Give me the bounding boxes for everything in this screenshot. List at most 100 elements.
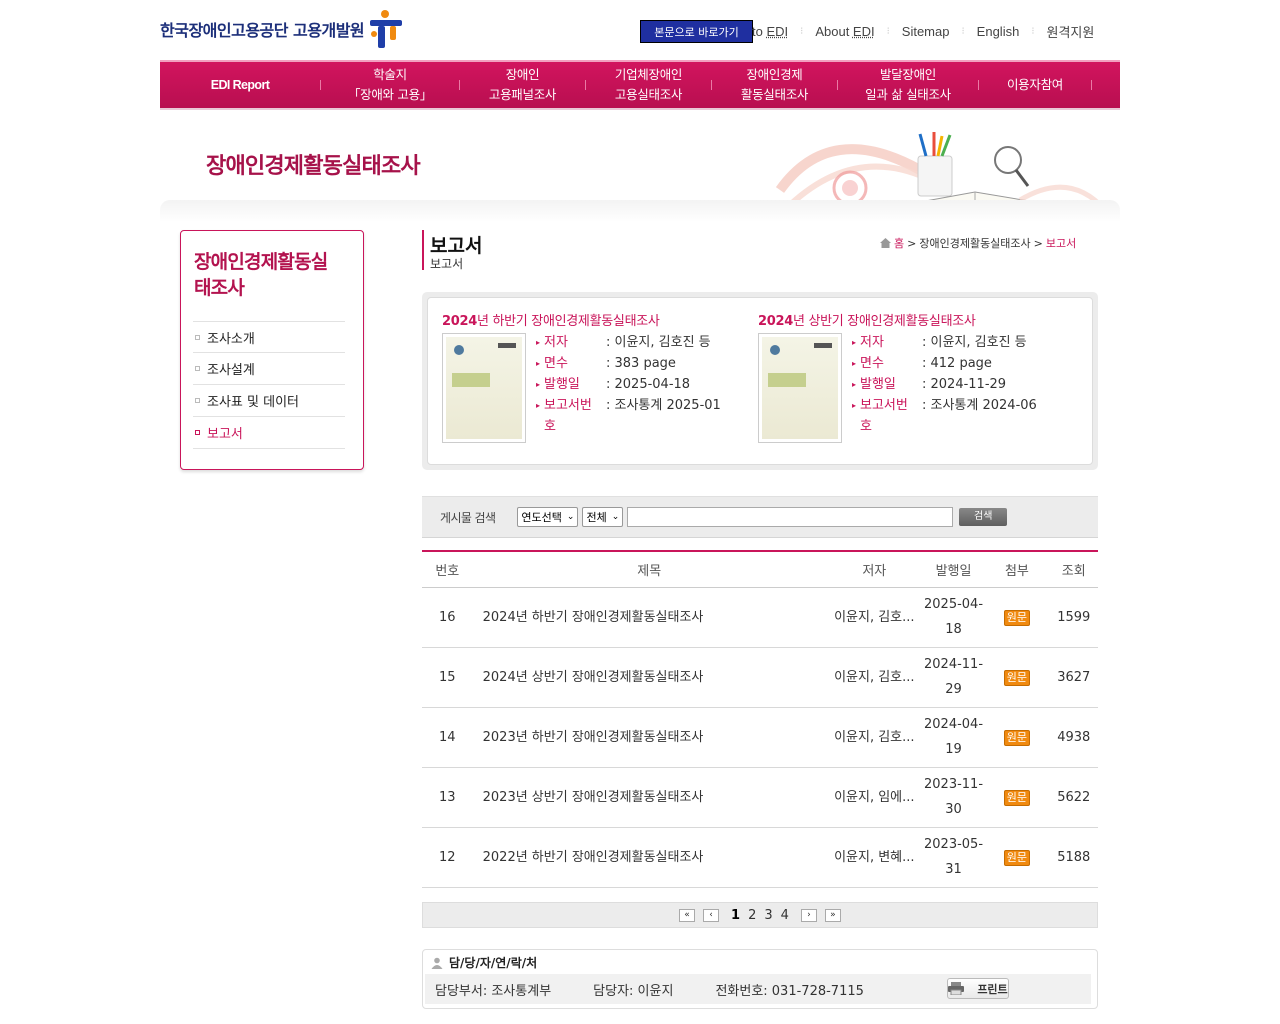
home-icon: [880, 238, 891, 248]
top-link-english[interactable]: English: [965, 24, 1032, 39]
sidebar-item-reports[interactable]: 보고서: [193, 417, 345, 449]
report-table: 번호 제목 저자 발행일 첨부 조회 16 2024년 하반기 장애인경제활동실…: [422, 550, 1098, 888]
sidebar-item-survey-design[interactable]: 조사설계: [193, 353, 345, 385]
meta-report-number: 보고서번호: 조사통계 2024-06: [852, 395, 1052, 437]
col-number: 번호: [422, 551, 473, 588]
first-page-button[interactable]: «: [679, 908, 696, 922]
printer-icon: [948, 982, 965, 995]
page-subtitle: 보고서: [430, 257, 464, 271]
page-3[interactable]: 3: [764, 908, 772, 923]
cover-title-band: [768, 373, 806, 387]
row-number: 16: [422, 587, 473, 648]
col-author: 저자: [825, 551, 923, 588]
search-button[interactable]: 검색: [959, 508, 1008, 526]
chevron-down-icon: ⌄: [611, 512, 620, 522]
search-input[interactable]: [627, 507, 954, 527]
original-file-icon[interactable]: 원문: [1003, 849, 1031, 866]
gnb-user-participation[interactable]: 이용자참여: [979, 62, 1091, 108]
print-button[interactable]: 프린트: [947, 978, 1009, 999]
next-page-button[interactable]: ›: [800, 908, 817, 922]
year-select[interactable]: 연도선택 ⌄: [517, 507, 579, 527]
report-cover-thumbnail[interactable]: [758, 333, 842, 443]
original-file-icon[interactable]: 원문: [1003, 729, 1031, 746]
page-4[interactable]: 4: [781, 908, 789, 923]
gnb-panel-survey[interactable]: 장애인 고용패널조사: [460, 62, 585, 108]
side-navigation-list: 조사소개 조사설계 조사표 및 데이터 보고서: [193, 321, 345, 449]
col-title: 제목: [472, 551, 826, 588]
col-views: 조회: [1049, 551, 1098, 588]
page-1[interactable]: 1: [731, 908, 740, 923]
row-number: 12: [422, 827, 473, 888]
breadcrumb-level1[interactable]: 장애인경제활동실태조사: [919, 235, 1030, 251]
row-views: 3627: [1049, 647, 1098, 708]
bullet-icon: [195, 335, 200, 340]
featured-report-card[interactable]: 2024년 하반기 장애인경제활동실태조사 저자: 이윤지, 김호진 등 면수:…: [428, 298, 748, 466]
page: 한국장애인고용공단 고용개발원 본문으로 바로가기 to EDI ⁝ About…: [0, 0, 1280, 1024]
breadcrumb-home[interactable]: 홈: [894, 235, 904, 251]
original-file-icon[interactable]: 원문: [1003, 609, 1031, 626]
top-link-to-edi[interactable]: to EDI: [752, 24, 800, 39]
sidebar-item-survey-intro[interactable]: 조사소개: [193, 321, 345, 353]
cover-image: [446, 337, 522, 439]
meta-author: 저자: 이윤지, 김호진 등: [536, 332, 736, 353]
logo-text: 한국장애인고용공단 고용개발원: [160, 21, 365, 40]
featured-report-title[interactable]: 2024년 하반기 장애인경제활동실태조사: [442, 310, 660, 329]
page-2[interactable]: 2: [748, 908, 756, 923]
last-page-button[interactable]: »: [824, 908, 841, 922]
table-header-row: 번호 제목 저자 발행일 첨부 조회: [422, 551, 1098, 588]
report-cover-thumbnail[interactable]: [442, 333, 526, 443]
top-link-sitemap[interactable]: Sitemap: [890, 24, 962, 39]
skip-to-content-link[interactable]: 본문으로 바로가기: [640, 20, 753, 43]
site-logo[interactable]: 한국장애인고용공단 고용개발원: [160, 8, 406, 50]
contact-department: 담당부서: 조사통계부: [435, 983, 552, 999]
prev-page-button[interactable]: ‹: [703, 908, 720, 922]
breadcrumb-current: 보고서: [1045, 237, 1077, 250]
breadcrumb: 홈 > 장애인경제활동실태조사 > 보고서: [880, 235, 1076, 251]
table-row: 14 2023년 하반기 장애인경제활동실태조사 이윤지, 김호... 2024…: [422, 707, 1098, 768]
bullet-icon: [195, 398, 200, 403]
chevron-down-icon: ⌄: [566, 512, 575, 522]
featured-report-title[interactable]: 2024년 상반기 장애인경제활동실태조사: [758, 310, 976, 329]
original-file-icon[interactable]: 원문: [1003, 789, 1031, 806]
row-title-link[interactable]: 2024년 하반기 장애인경제활동실태조사: [472, 587, 826, 648]
gnb-economic-activity-survey[interactable]: 장애인경제 활동실태조사: [712, 62, 837, 108]
visual-divider: [160, 200, 1120, 222]
gnb-enterprise-survey[interactable]: 기업체장애인 고용실태조사: [586, 62, 711, 108]
row-number: 13: [422, 767, 473, 828]
row-date: 2025-04- 18: [922, 587, 985, 648]
row-author: 이윤지, 김호...: [825, 707, 923, 768]
meta-date: 발행일: 2025-04-18: [536, 374, 736, 395]
row-number: 14: [422, 707, 473, 768]
row-title-link[interactable]: 2023년 상반기 장애인경제활동실태조사: [472, 767, 826, 828]
row-views: 1599: [1049, 587, 1098, 648]
table-row: 16 2024년 하반기 장애인경제활동실태조사 이윤지, 김호... 2025…: [422, 587, 1098, 648]
contact-phone: 전화번호: 031-728-7115: [715, 983, 864, 999]
contact-person: 담당자: 이윤지: [593, 983, 674, 999]
row-title-link[interactable]: 2022년 하반기 장애인경제활동실태조사: [472, 827, 826, 888]
original-file-icon[interactable]: 원문: [1003, 669, 1031, 686]
field-select[interactable]: 전체 ⌄: [582, 507, 624, 527]
top-link-about-edi[interactable]: About EDI: [803, 24, 886, 39]
report-metadata: 저자: 이윤지, 김호진 등 면수: 383 page 발행일: 2025-04…: [536, 332, 736, 437]
row-number: 15: [422, 647, 473, 708]
row-attachment: 원문: [984, 587, 1050, 648]
cover-logo-icon: [454, 345, 464, 355]
col-attachment: 첨부: [984, 551, 1050, 588]
row-date: 2024-11- 29: [922, 647, 985, 708]
row-views: 5188: [1049, 827, 1098, 888]
gnb-divider: [1091, 80, 1092, 90]
top-link-remote-support[interactable]: 원격지원: [1035, 22, 1107, 41]
person-icon: [431, 957, 443, 969]
breadcrumb-separator: >: [907, 236, 917, 250]
bullet-icon: [195, 430, 200, 435]
sidebar-item-questionnaire-data[interactable]: 조사표 및 데이터: [193, 385, 345, 417]
gnb-edi-report[interactable]: EDI Report: [160, 62, 320, 108]
meta-author: 저자: 이윤지, 김호진 등: [852, 332, 1052, 353]
row-date: 2023-11- 30: [922, 767, 985, 828]
gnb-journal[interactable]: 학술지 「장애와 고용」: [321, 62, 459, 108]
featured-report-card[interactable]: 2024년 상반기 장애인경제활동실태조사 저자: 이윤지, 김호진 등 면수:…: [744, 298, 1064, 466]
gnb-developmental-disability-survey[interactable]: 발달장애인 일과 삶 실태조사: [838, 62, 978, 108]
page-title: 보고서: [430, 235, 483, 257]
row-title-link[interactable]: 2024년 상반기 장애인경제활동실태조사: [472, 647, 826, 708]
row-title-link[interactable]: 2023년 하반기 장애인경제활동실태조사: [472, 707, 826, 768]
